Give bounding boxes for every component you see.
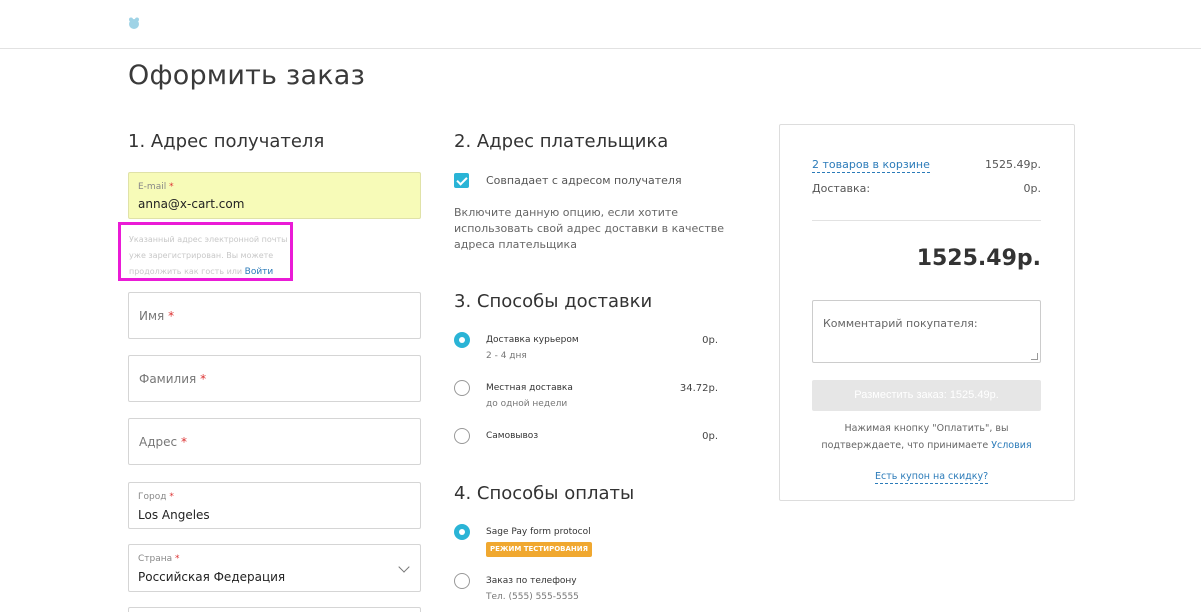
shipping-pickup-label[interactable]: Самовывоз [486, 431, 538, 441]
last-name-field[interactable]: Фамилия * [128, 355, 421, 402]
divider [812, 220, 1041, 221]
shipping-courier-radio[interactable] [454, 332, 470, 348]
shipping-local-sub: до одной недели [486, 399, 568, 409]
coupon-link[interactable]: Есть купон на скидку? [875, 471, 989, 484]
top-bar [0, 0, 1201, 49]
shipping-cost-label: Доставка: [812, 182, 871, 195]
terms-link[interactable]: Условия [991, 440, 1031, 451]
next-field[interactable] [128, 607, 421, 612]
same-address-label[interactable]: Совпадает с адресом получателя [486, 174, 682, 187]
page-title: Оформить заказ [128, 60, 366, 91]
comment-placeholder: Комментарий покупателя: [823, 317, 978, 330]
shipping-courier-label[interactable]: Доставка курьером [486, 335, 579, 345]
cart-items-link[interactable]: 2 товаров в корзине [812, 158, 930, 173]
email-registered-note: Указанный адрес электронной почты уже за… [118, 222, 293, 281]
billing-hint: Включите данную опцию, если хотите испол… [454, 206, 725, 251]
shipping-courier-sub: 2 - 4 дня [486, 351, 527, 361]
terms-note: Нажимая кнопку "Оплатить", вы подтвержда… [821, 423, 1032, 451]
shipping-pickup-radio[interactable] [454, 428, 470, 444]
shipping-local-radio[interactable] [454, 380, 470, 396]
billing-address-title: 2. Адрес плательщика [454, 131, 669, 152]
chevron-down-icon[interactable] [398, 561, 410, 573]
first-name-placeholder: Имя * [139, 308, 175, 323]
shipping-courier-price: 0р. [702, 335, 718, 346]
logo-icon[interactable] [128, 17, 140, 30]
cart-total: 1525.49р. [985, 158, 1041, 171]
test-mode-badge: РЕЖИМ ТЕСТИРОВАНИЯ [486, 542, 593, 557]
customer-comment-textarea[interactable]: Комментарий покупателя: [812, 300, 1041, 363]
street-address-placeholder: Адрес * [139, 434, 187, 449]
shipping-methods-title: 3. Способы доставки [454, 291, 653, 312]
shipping-local-label[interactable]: Местная доставка [486, 383, 573, 393]
payment-phone-sub: Тел. (555) 555-5555 [486, 592, 579, 602]
city-value[interactable]: Los Angeles [138, 508, 210, 522]
shipping-pickup-price: 0р. [702, 431, 718, 442]
order-total: 1525.49р. [916, 246, 1041, 271]
city-label: Город * [138, 492, 174, 502]
last-name-placeholder: Фамилия * [139, 371, 207, 386]
login-link[interactable]: Войти [245, 267, 274, 277]
email-field[interactable]: E-mail * anna@x-cart.com [128, 172, 421, 219]
shipping-cost: 0р. [1023, 182, 1041, 195]
same-address-checkbox[interactable] [454, 173, 469, 188]
payment-methods-title: 4. Способы оплаты [454, 483, 635, 504]
resize-handle-icon[interactable] [1031, 353, 1038, 360]
shipping-address-title: 1. Адрес получателя [128, 131, 325, 152]
email-note-text: Указанный адрес электронной почты уже за… [129, 235, 288, 277]
country-value: Российская Федерация [138, 570, 286, 584]
country-label: Страна * [138, 554, 180, 564]
first-name-field[interactable]: Имя * [128, 292, 421, 339]
email-label: E-mail * [138, 182, 174, 192]
country-select[interactable]: Страна * Российская Федерация [128, 544, 421, 592]
city-field[interactable]: Город * Los Angeles [128, 482, 421, 529]
street-address-field[interactable]: Адрес * [128, 418, 421, 465]
email-value[interactable]: anna@x-cart.com [138, 197, 244, 211]
payment-sagepay-label[interactable]: Sage Pay form protocol [486, 527, 591, 537]
payment-phone-label[interactable]: Заказ по телефону [486, 576, 577, 586]
payment-phone-radio[interactable] [454, 573, 470, 589]
shipping-local-price: 34.72р. [679, 383, 718, 394]
place-order-button[interactable]: Разместить заказ: 1525.49р. [812, 380, 1041, 411]
payment-sagepay-radio[interactable] [454, 524, 470, 540]
